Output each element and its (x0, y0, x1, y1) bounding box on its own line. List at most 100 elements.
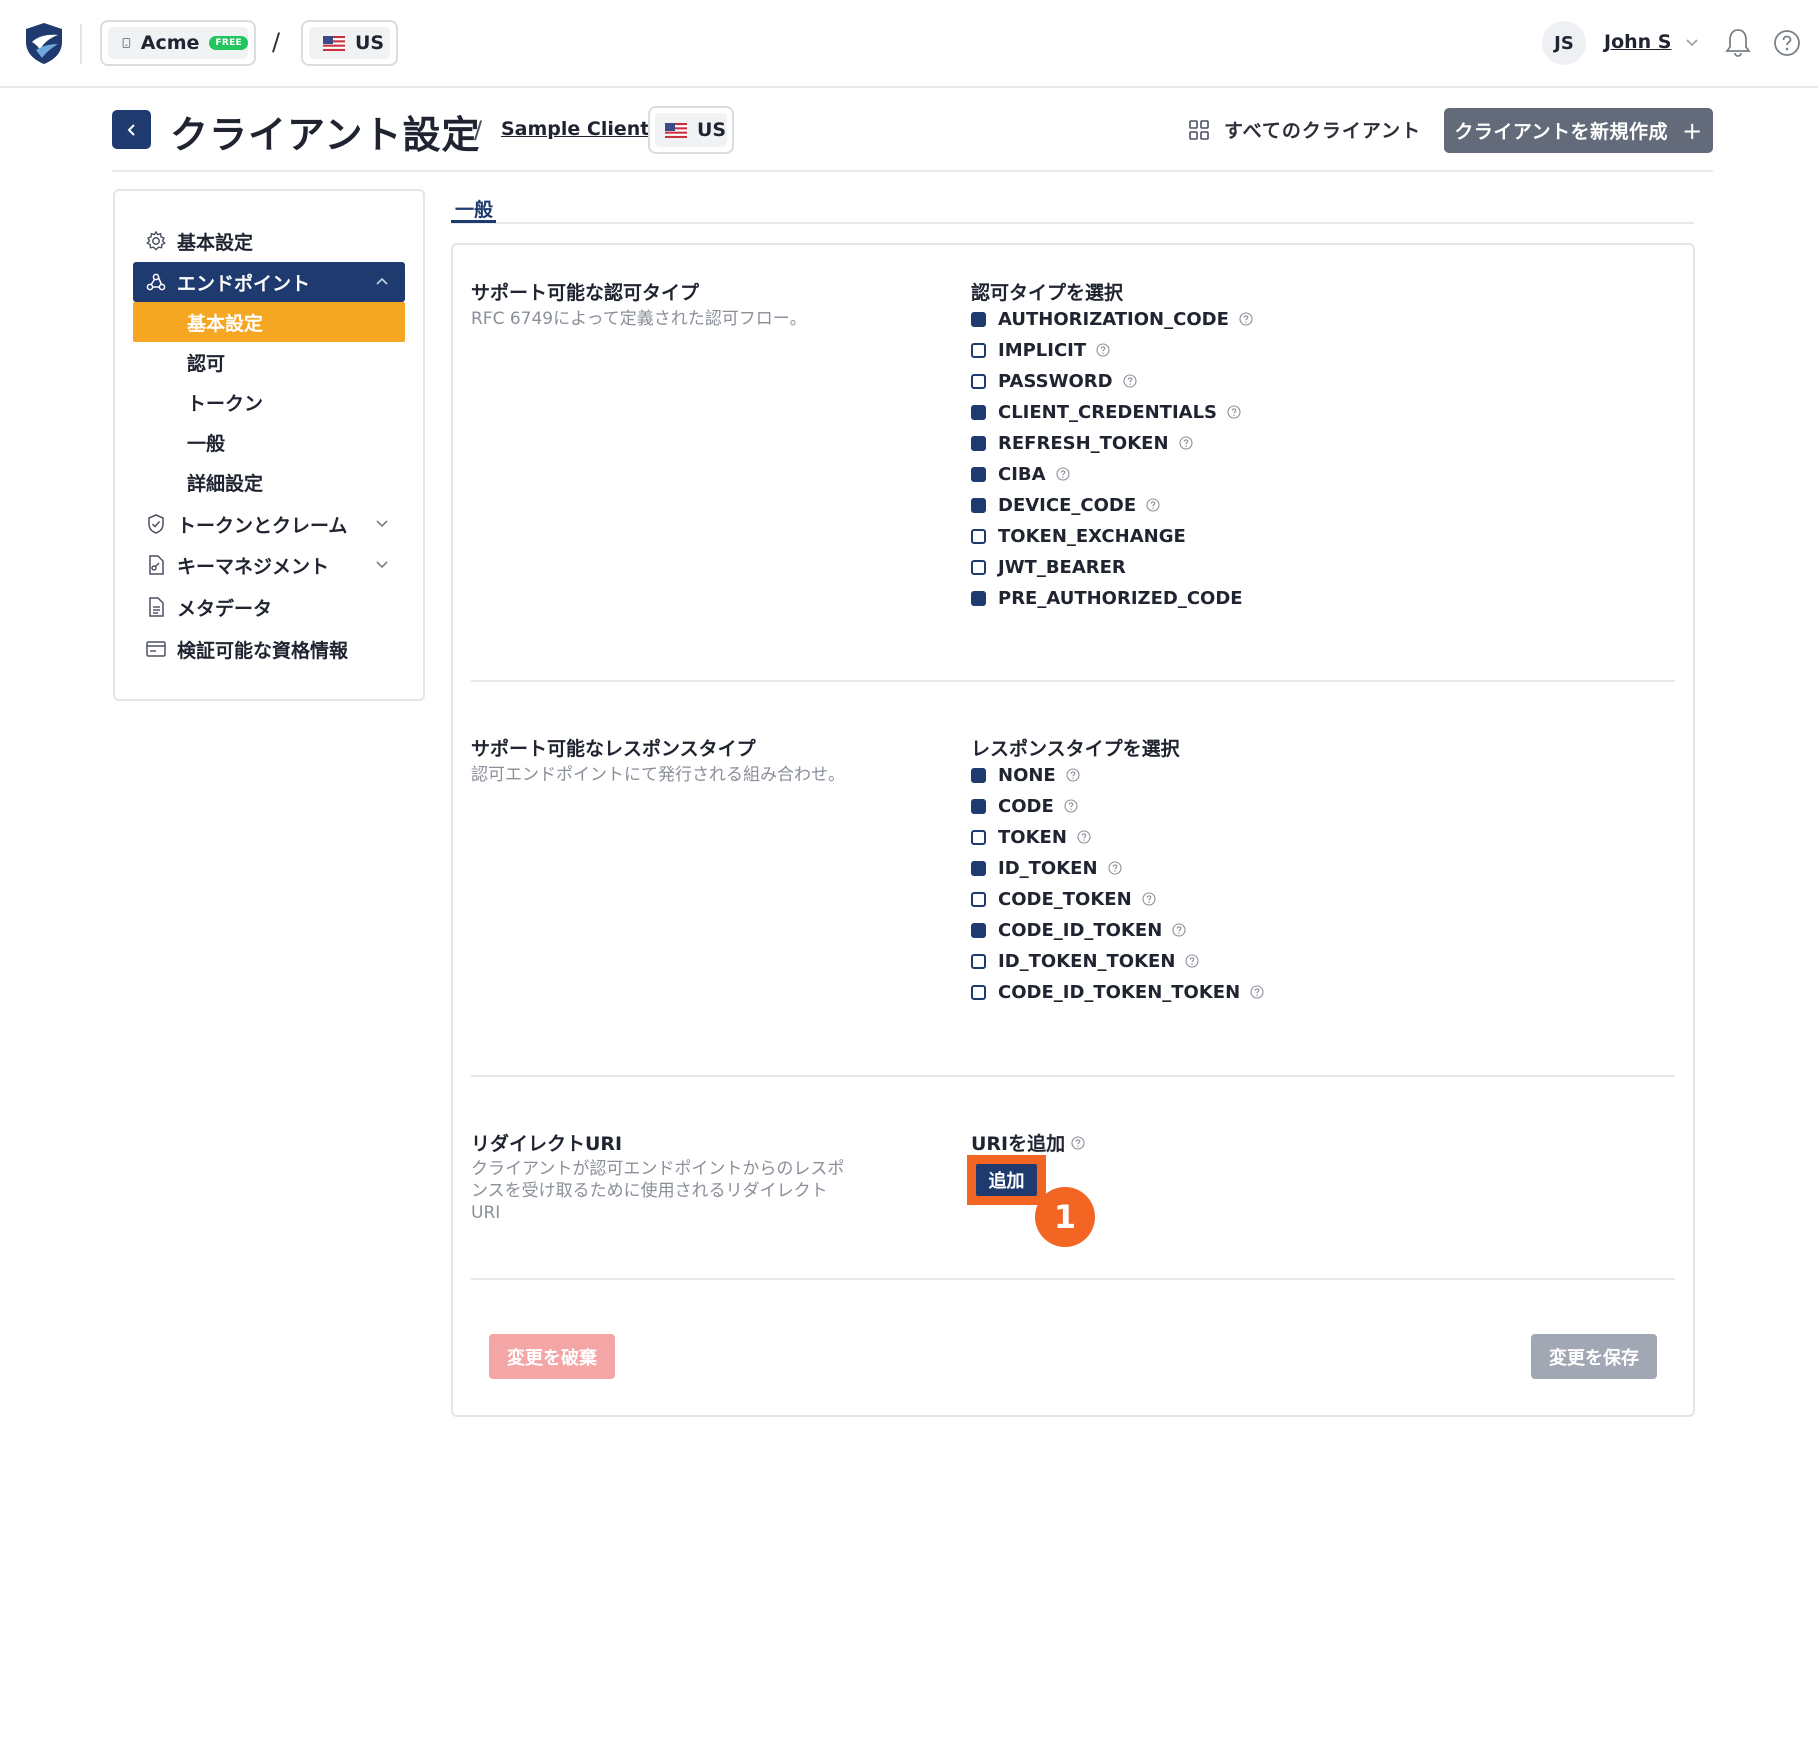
sidebar-item-label: メタデータ (177, 597, 273, 620)
help-icon[interactable] (1096, 343, 1110, 357)
option-row[interactable]: PASSWORD (971, 369, 1137, 393)
help-icon[interactable] (1064, 799, 1078, 813)
response-types-title: サポート可能なレスポンスタイプ (471, 738, 756, 760)
region-selector[interactable]: US (301, 20, 398, 66)
all-clients-link[interactable]: すべてのクライアント (1188, 116, 1421, 143)
option-row[interactable]: AUTHORIZATION_CODE (971, 307, 1253, 331)
sidebar-item-basic-settings[interactable]: 基本設定 (133, 221, 405, 261)
sidebar-subitem-general[interactable]: 一般 (133, 422, 405, 462)
checkbox-unchecked[interactable] (971, 829, 986, 845)
checkbox-checked[interactable] (971, 922, 986, 938)
checkbox-unchecked[interactable] (971, 342, 986, 358)
checkbox-checked[interactable] (971, 404, 986, 420)
option-label: NONE (998, 764, 1056, 786)
plus-icon: + (1682, 116, 1703, 145)
option-label: DEVICE_CODE (998, 494, 1137, 516)
tab-general[interactable]: 一般 (455, 195, 493, 222)
checkbox-unchecked[interactable] (971, 559, 986, 575)
user-avatar[interactable]: JS (1542, 21, 1586, 65)
sidebar-item-tokens-claims[interactable]: トークンとクレーム (133, 504, 405, 544)
checkbox-checked[interactable] (971, 767, 986, 783)
option-row[interactable]: CODE_TOKEN (971, 887, 1156, 911)
help-icon[interactable] (1146, 498, 1160, 512)
user-name-link[interactable]: John S (1604, 31, 1671, 53)
option-row[interactable]: DEVICE_CODE (971, 493, 1160, 517)
checkbox-checked[interactable] (971, 497, 986, 513)
checkbox-unchecked[interactable] (971, 953, 986, 969)
sidebar-item-label: エンドポイント (177, 272, 311, 295)
add-uri-label-row: URIを追加 (971, 1129, 1085, 1156)
help-icon[interactable] (1071, 1135, 1085, 1150)
option-row[interactable]: JWT_BEARER (971, 555, 1126, 579)
page-title: クライアント設定 (170, 113, 481, 157)
help-icon[interactable] (1772, 28, 1802, 58)
redirect-uri-description: クライアントが認可エンドポイントからのレスポ ンスを受け取るために使用されるリダ… (471, 1158, 881, 1224)
sidebar-item-metadata[interactable]: メタデータ (133, 587, 405, 627)
sidebar-item-verifiable-credentials[interactable]: 検証可能な資格情報 (133, 629, 405, 669)
help-icon[interactable] (1123, 374, 1137, 388)
option-row[interactable]: ID_TOKEN (971, 856, 1122, 880)
option-row[interactable]: CLIENT_CREDENTIALS (971, 400, 1241, 424)
checkbox-checked[interactable] (971, 860, 986, 876)
help-icon[interactable] (1066, 768, 1080, 782)
help-icon[interactable] (1056, 467, 1070, 481)
help-icon[interactable] (1227, 405, 1241, 419)
back-button[interactable] (112, 110, 151, 149)
option-row[interactable]: IMPLICIT (971, 338, 1110, 362)
settings-sidebar: 基本設定 エンドポイント 基本設定 認可 トークン 一般 詳細設定 トークンとク… (113, 189, 425, 701)
option-label: CLIENT_CREDENTIALS (998, 401, 1218, 423)
checkbox-unchecked[interactable] (971, 891, 986, 907)
client-name-link[interactable]: Sample Client (501, 118, 649, 140)
option-row[interactable]: PRE_AUTHORIZED_CODE (971, 586, 1243, 610)
checkbox-checked[interactable] (971, 435, 986, 451)
option-row[interactable]: CODE_ID_TOKEN_TOKEN (971, 980, 1264, 1004)
option-label: REFRESH_TOKEN (998, 432, 1169, 454)
option-row[interactable]: CIBA (971, 462, 1070, 486)
save-changes-button[interactable]: 変更を保存 (1531, 1334, 1657, 1379)
option-row[interactable]: REFRESH_TOKEN (971, 431, 1193, 455)
option-label: IMPLICIT (998, 339, 1087, 361)
checkbox-unchecked[interactable] (971, 984, 986, 1000)
help-icon[interactable] (1185, 954, 1199, 968)
add-uri-button[interactable]: 追加 (976, 1164, 1037, 1196)
option-row[interactable]: TOKEN_EXCHANGE (971, 524, 1186, 548)
help-icon[interactable] (1107, 861, 1122, 875)
checkbox-unchecked[interactable] (971, 528, 986, 544)
bell-icon[interactable] (1724, 26, 1752, 58)
redirect-uri-description-line: クライアントが認可エンドポイントからのレスポ (471, 1159, 845, 1179)
sidebar-item-endpoints[interactable]: エンドポイント (133, 262, 405, 302)
sidebar-subitem-basic-settings[interactable]: 基本設定 (133, 302, 405, 342)
shield-logo-icon[interactable] (22, 20, 66, 66)
sidebar-subitem-advanced[interactable]: 詳細設定 (133, 462, 405, 502)
checkbox-checked[interactable] (971, 466, 986, 482)
option-row[interactable]: ID_TOKEN_TOKEN (971, 949, 1199, 973)
checkbox-checked[interactable] (971, 311, 986, 327)
help-icon[interactable] (1172, 923, 1186, 937)
help-icon[interactable] (1250, 985, 1264, 999)
option-label: TOKEN_EXCHANGE (998, 525, 1186, 547)
option-row[interactable]: CODE_ID_TOKEN (971, 918, 1186, 942)
checkbox-checked[interactable] (971, 590, 986, 606)
help-icon[interactable] (1142, 892, 1156, 906)
create-client-button[interactable]: クライアントを新規作成 + (1444, 108, 1713, 153)
gear-icon (146, 230, 166, 251)
redirect-uri-title: リダイレクトURI (471, 1133, 623, 1155)
discard-changes-button[interactable]: 変更を破棄 (489, 1334, 615, 1379)
option-row[interactable]: CODE (971, 794, 1078, 818)
breadcrumb-separator: / (474, 116, 483, 144)
option-row[interactable]: NONE (971, 763, 1080, 787)
help-icon[interactable] (1178, 436, 1193, 450)
checkbox-checked[interactable] (971, 798, 986, 814)
sidebar-subitem-authorization[interactable]: 認可 (133, 342, 405, 382)
webhook-icon (146, 273, 166, 291)
help-icon[interactable] (1239, 312, 1253, 326)
sidebar-subitem-token[interactable]: トークン (133, 382, 405, 422)
checkbox-unchecked[interactable] (971, 373, 986, 389)
help-icon[interactable] (1077, 830, 1091, 844)
chevron-down-icon[interactable] (1684, 36, 1700, 48)
option-row[interactable]: TOKEN (971, 825, 1091, 849)
plan-badge: FREE (209, 36, 248, 50)
option-label: CODE_ID_TOKEN_TOKEN (998, 981, 1241, 1003)
sidebar-item-key-management[interactable]: キーマネジメント (133, 545, 405, 585)
organization-selector[interactable]: Acme FREE (100, 20, 256, 66)
